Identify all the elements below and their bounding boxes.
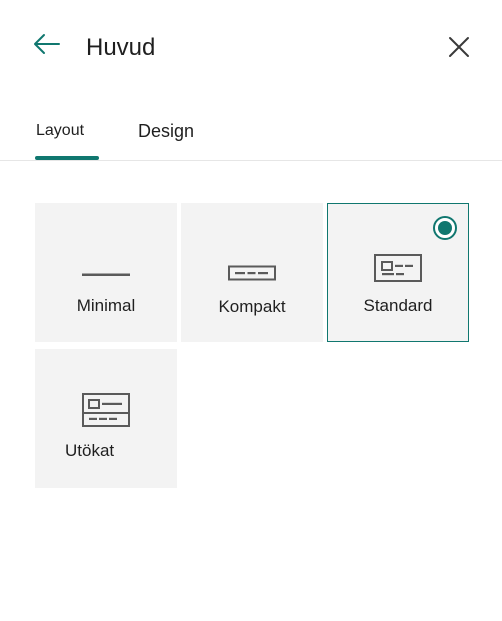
- layout-option-kompakt[interactable]: Kompakt: [181, 203, 323, 342]
- layout-option-label: Standard: [363, 296, 433, 315]
- selected-radio-indicator: [433, 216, 457, 240]
- active-tab-indicator: [35, 156, 99, 160]
- tab-bar: Layout Design: [0, 110, 502, 161]
- close-icon: [449, 37, 469, 57]
- layout-option-label: Utökat: [65, 441, 115, 460]
- tab-layout[interactable]: Layout: [36, 120, 84, 142]
- arrow-left-icon: [34, 34, 60, 54]
- layout-option-standard[interactable]: Standard: [327, 203, 469, 342]
- header-extended-icon: [82, 393, 130, 427]
- back-button[interactable]: [28, 28, 64, 60]
- tab-design[interactable]: Design: [138, 120, 194, 142]
- layout-option-minimal[interactable]: Minimal: [35, 203, 177, 342]
- header-minimal-icon: [82, 273, 130, 276]
- close-button[interactable]: [442, 30, 476, 64]
- header-settings-panel: Huvud Layout Design Minimal Kompakt Stan…: [0, 0, 502, 621]
- panel-title: Huvud: [86, 34, 156, 61]
- header-standard-icon: [374, 254, 422, 282]
- layout-option-utokat[interactable]: Utökat: [35, 349, 177, 488]
- layout-option-label: Kompakt: [218, 297, 286, 316]
- layout-option-label: Minimal: [76, 296, 136, 315]
- header-compact-icon: [228, 265, 276, 281]
